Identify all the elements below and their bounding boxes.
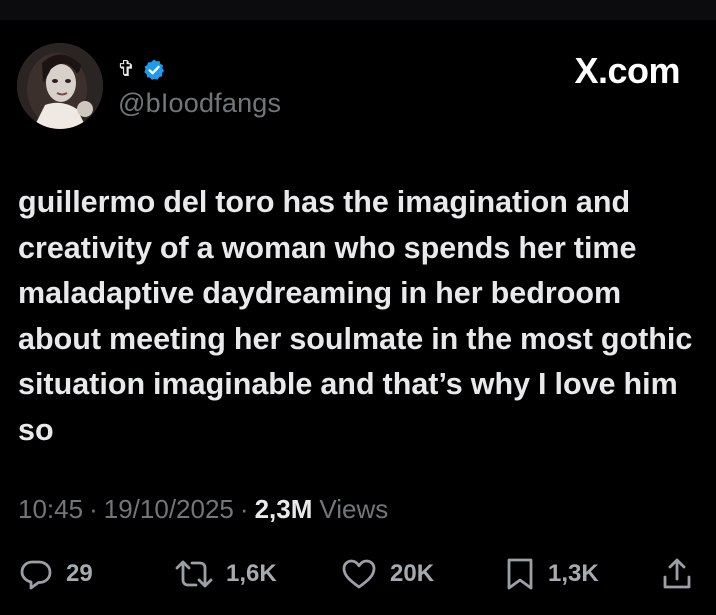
verified-badge-icon	[144, 59, 165, 80]
user-handle[interactable]: @bIoodfangs	[118, 88, 281, 119]
repost-count: 1,6K	[226, 560, 277, 587]
tweet-meta: 10:45 · 19/10/2025 · 2,3M Views	[18, 494, 388, 525]
meta-separator: ·	[239, 494, 249, 524]
tweet-date[interactable]: 19/10/2025	[104, 494, 234, 525]
like-count: 20K	[390, 560, 435, 587]
avatar[interactable]	[17, 43, 103, 129]
bookmark-button[interactable]: 1,3K	[504, 554, 599, 594]
top-strip	[0, 0, 716, 20]
tweet-text: guillermo del toro has the imagination a…	[18, 185, 693, 447]
heart-icon	[342, 559, 376, 589]
bookmark-count: 1,3K	[548, 560, 599, 587]
repost-button[interactable]: 1,6K	[174, 554, 277, 594]
share-icon	[663, 558, 691, 589]
action-bar: 29 1,6K 20K 1,3K	[0, 554, 716, 594]
meta-separator: ·	[89, 494, 98, 524]
display-name[interactable]: ✞	[117, 59, 135, 81]
like-button[interactable]: 20K	[340, 554, 434, 594]
display-name-row: ✞	[117, 55, 166, 85]
avatar-image	[17, 43, 103, 129]
reply-button[interactable]: 29	[18, 554, 93, 594]
reply-count: 29	[66, 560, 93, 587]
bookmark-icon	[507, 558, 533, 590]
reply-icon	[20, 560, 52, 590]
tweet-time[interactable]: 10:45	[18, 494, 83, 525]
repost-icon	[175, 560, 213, 588]
share-button[interactable]	[660, 554, 694, 594]
views-count: 2,3M	[254, 494, 313, 524]
views-label: Views	[319, 494, 389, 524]
brand-watermark: X.com	[574, 50, 680, 91]
